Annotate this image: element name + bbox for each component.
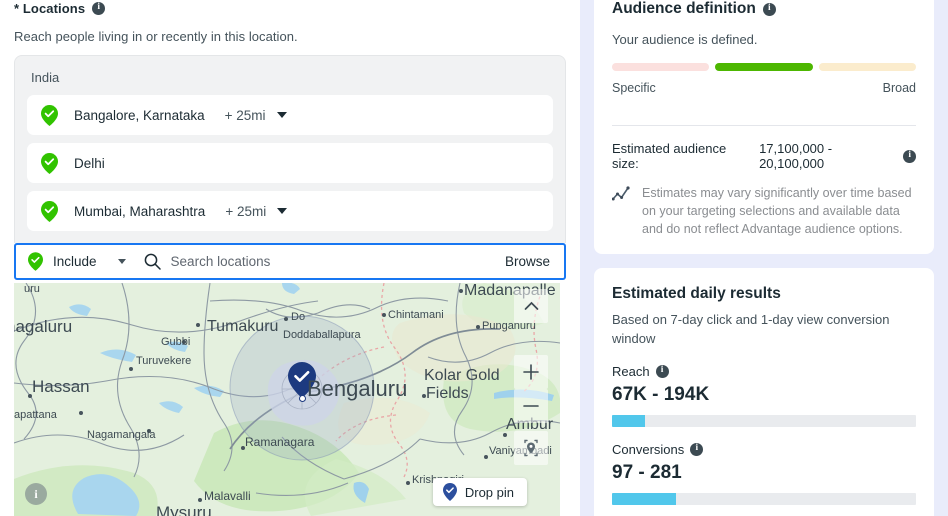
conversions-progress-bar [612, 492, 916, 505]
include-label: Include [53, 254, 97, 269]
map-info-icon[interactable]: i [25, 483, 47, 505]
location-row[interactable]: Delhi [27, 143, 553, 183]
location-radius: + 25mi [224, 107, 266, 123]
location-row[interactable]: Bangalore, Karnataka + 25mi [27, 95, 553, 135]
estimates-note: Estimates may vary significantly over ti… [612, 184, 916, 238]
minus-icon [523, 405, 539, 407]
map-city-dot [484, 455, 488, 459]
reach-label-row: Reach i [612, 364, 916, 379]
locate-pin-icon [524, 439, 538, 457]
estimated-audience-size-row: Estimated audience size: 17,100,000 - 20… [612, 141, 916, 171]
estimates-sidebar: Audience definition i Your audience is d… [580, 0, 948, 516]
search-input[interactable] [170, 254, 505, 269]
locations-header: * Locations i Reach people living in or … [0, 0, 580, 45]
info-icon[interactable]: i [655, 364, 669, 378]
meter-segment-active [715, 63, 813, 71]
map-city-dot [28, 394, 32, 398]
map-pin-check-icon [41, 104, 58, 126]
map-city-dot [382, 313, 386, 317]
map-city-dot [459, 289, 463, 293]
chevron-down-icon[interactable] [277, 208, 288, 214]
map-locate-button[interactable] [514, 431, 548, 465]
conversions-label-row: Conversions i [612, 442, 916, 457]
map-city-dot [503, 433, 507, 437]
chevron-down-icon[interactable] [117, 259, 126, 264]
locations-title-row: * Locations i [14, 0, 566, 18]
location-name: Delhi [74, 155, 105, 171]
reach-progress-bar [612, 414, 916, 427]
conversions-value: 97 - 281 [612, 461, 682, 483]
conversions-label: Conversions [612, 441, 685, 457]
audience-definition-card: Audience definition i Your audience is d… [594, 0, 934, 255]
audience-definition-title-row: Audience definition i [612, 0, 916, 18]
map-pin-check-icon [41, 152, 58, 174]
chevron-down-icon[interactable] [276, 112, 287, 118]
audience-status: Your audience is defined. [612, 32, 758, 47]
plus-icon [523, 364, 539, 380]
meter-segment-specific [612, 63, 710, 71]
daily-results-title: Estimated daily results [612, 285, 781, 303]
map-city-dot [129, 367, 133, 371]
map-city-dot [147, 429, 151, 433]
map-city-dot [182, 340, 186, 344]
meter-labels: Specific Broad [612, 81, 916, 95]
map-city-dot [79, 411, 83, 415]
info-icon[interactable]: i [690, 442, 704, 456]
reach-value: 67K - 194K [612, 383, 710, 405]
audience-definition-title: Audience definition [612, 0, 756, 17]
map-zoom-out-button[interactable] [514, 389, 548, 423]
reach-progress-fill [612, 414, 646, 427]
map-pin-check-icon [28, 252, 43, 271]
estimates-note-text: Estimates may vary significantly over ti… [642, 186, 912, 237]
map-zoom-in-button[interactable] [514, 355, 548, 389]
info-icon[interactable]: i [762, 2, 776, 16]
location-radius: + 25mi [225, 203, 267, 219]
browse-button[interactable]: Browse [505, 254, 550, 269]
map-collapse-button[interactable] [514, 289, 548, 323]
audience-definition-meter [612, 63, 916, 71]
locations-panel: * Locations i Reach people living in or … [0, 0, 580, 516]
info-icon[interactable]: i [903, 149, 916, 163]
location-map[interactable]: BengaluruTumakuruHassannagaluruKolar Gol… [14, 283, 560, 516]
map-city-dot [406, 481, 410, 485]
locations-subtitle: Reach people living in or recently in th… [14, 29, 298, 44]
location-name: Bangalore, Karnataka [74, 107, 205, 123]
reach-label: Reach [612, 363, 650, 379]
daily-results-subtitle: Based on 7-day click and 1-day view conv… [612, 312, 890, 346]
marker-anchor-dot [299, 395, 306, 402]
map-city-dot [476, 325, 480, 329]
meter-segment-broad [818, 63, 916, 71]
selected-locations-box: India Bangalore, Karnataka + 25mi Delhi [14, 55, 566, 243]
drop-pin-button[interactable]: Drop pin [432, 478, 527, 506]
estimated-daily-results-card: Estimated daily results Based on 7-day c… [594, 268, 934, 516]
page-title: * Locations [14, 0, 86, 16]
chevron-up-icon [524, 301, 538, 310]
map-pin-icon [442, 483, 457, 501]
map-city-dot [198, 498, 202, 502]
meter-label-broad: Broad [882, 81, 916, 95]
include-exclude-dropdown[interactable]: Include [28, 252, 126, 271]
location-search-bar[interactable]: Include Browse [14, 243, 566, 280]
ad-targeting-screen: * Locations i Reach people living in or … [0, 0, 948, 516]
map-city-dot [196, 323, 200, 327]
info-icon[interactable]: i [92, 1, 106, 15]
conversions-progress-fill [612, 492, 676, 505]
country-label: India [31, 70, 60, 85]
location-name: Mumbai, Maharashtra [74, 203, 206, 219]
meter-label-specific: Specific [612, 81, 656, 95]
location-row[interactable]: Mumbai, Maharashtra + 25mi [27, 191, 553, 231]
map-city-dot [422, 394, 426, 398]
divider [612, 125, 916, 126]
estimated-audience-size-value: 17,100,000 - 20,100,000 [759, 141, 833, 171]
map-pin-check-icon [41, 200, 58, 222]
drop-pin-label: Drop pin [464, 484, 514, 500]
search-icon [144, 253, 161, 270]
line-chart-icon [612, 186, 630, 201]
selected-location-marker [288, 362, 316, 398]
estimated-audience-size-label: Estimated audience size: [612, 141, 727, 171]
map-city-dot [284, 317, 288, 321]
map-city-dot [241, 446, 245, 450]
